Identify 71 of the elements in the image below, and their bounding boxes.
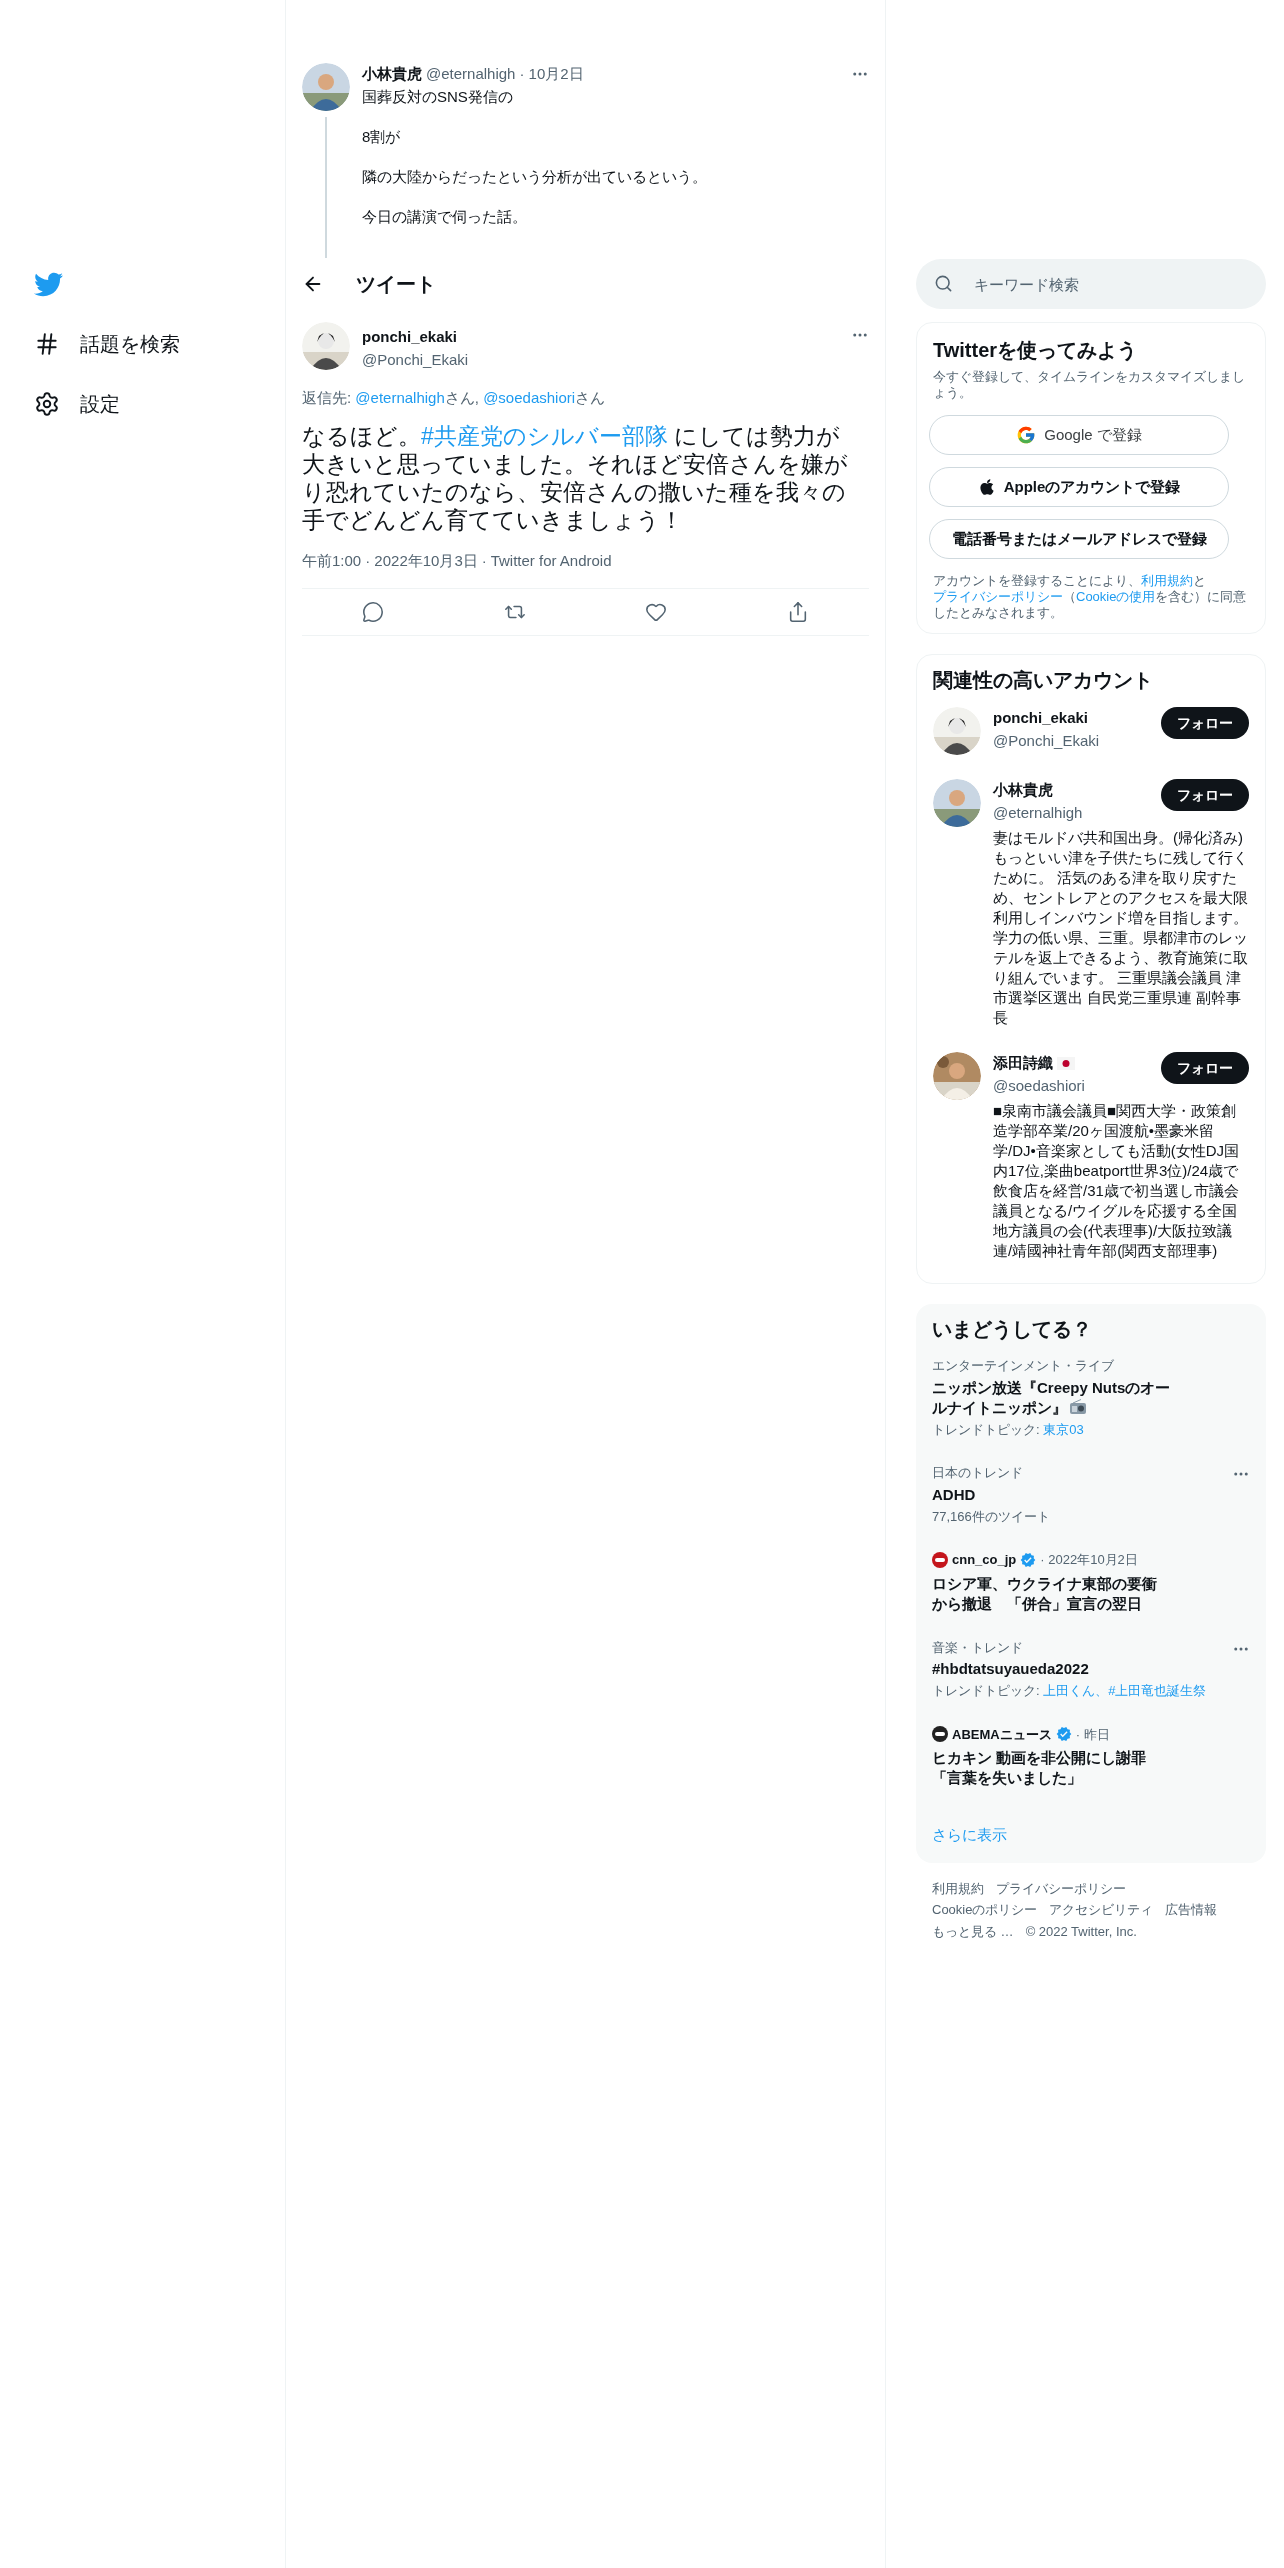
- account-handle[interactable]: @Ponchi_Ekaki: [993, 729, 1161, 752]
- trend-title: ニッポン放送『Creepy Nutsのオールナイトニッポン』: [932, 1378, 1171, 1416]
- tweet-text: 国葬反対のSNS発信の: [362, 86, 514, 106]
- card-title: Twitterを使ってみよう: [932, 338, 1139, 363]
- footer-link[interactable]: もっと見る …: [932, 1921, 1014, 1941]
- trend-topics: トレンドトピック: 上田くん、#上田竜也誕生祭: [932, 1682, 1208, 1700]
- tweet-text: なるほど。#共産党のシルバー部隊 にしては勢力が大きいと思っていました。それほど安倍さんを嫌がり恐れていたのなら、安倍さんの撒いた種を我々の手でどんどん育てていきましょう！: [302, 421, 849, 534]
- footer-link[interactable]: アクセシビリティ: [1049, 1900, 1154, 1920]
- follow-button[interactable]: フォロー: [1161, 779, 1249, 811]
- tweet-date[interactable]: · 10月2日: [519, 63, 584, 86]
- follow-button[interactable]: フォロー: [1161, 1052, 1249, 1084]
- trend-context: エンターテインメント・ライブ: [932, 1357, 1115, 1375]
- reply-to-line: 返信先: @eternalhighさん, @soedashioriさん: [302, 388, 607, 408]
- author-name[interactable]: 小林貴虎: [362, 63, 422, 86]
- terms-notice: アカウントを登録することにより、利用規約 と プライバシーポリシー（Cookieの使用を含む）に同意したとみなされます。: [932, 573, 1248, 621]
- footer-link[interactable]: Cookieのポリシー: [932, 1900, 1038, 1920]
- trend-context: 日本のトレンド: [932, 1464, 1024, 1482]
- search-icon: [934, 274, 953, 293]
- tweet-text: 8割が: [362, 126, 402, 146]
- trend-title: #hbdtatsuyaueda2022: [932, 1660, 1089, 1677]
- news-logo-icon: [932, 1551, 948, 1568]
- follow-button[interactable]: フォロー: [1161, 707, 1249, 739]
- news-title: ロシア軍、ウクライナ東部の要衝から撤退 「併合」宣言の翌日: [932, 1573, 1158, 1614]
- trend-item[interactable]: 音楽・トレンド #hbdtatsuyaueda2022 トレンドトピック: 上田くん、#上田竜也誕生祭: [916, 1625, 1266, 1713]
- account-name[interactable]: 小林貴虎: [993, 779, 1053, 802]
- account-bio: ■泉南市議会議員■関西大学・政策創造学部卒業/20ヶ国渡航•墨豪米留学/DJ•音楽家としても活動(女性DJ国内17位,楽曲beatport世界3位)/24歳で飲食店を経営/31歳で初当選し市議会議員となる/ウイグルを応援する全国地方議員の会(代表理事)/大阪拉致議連/靖國神社青年部(関西支部理事): [993, 1101, 1241, 1261]
- news-source: ABEMAニュース: [952, 1725, 1052, 1744]
- account-name[interactable]: 添田詩織: [993, 1052, 1053, 1075]
- footer-link[interactable]: 広告情報: [1165, 1900, 1218, 1920]
- trend-item[interactable]: 日本のトレンド ADHD 77,166件のツイート: [916, 1451, 1266, 1538]
- news-time: · 2022年10月2日: [1040, 1551, 1138, 1569]
- author-name[interactable]: ponchi_ekaki: [362, 326, 469, 349]
- author-handle[interactable]: @Ponchi_Ekaki: [362, 348, 469, 371]
- apple-logo-icon: [977, 478, 996, 496]
- card-subtitle: 今すぐ登録して、タイムラインをカスタマイズしましょう。: [932, 369, 1246, 401]
- news-item[interactable]: ABEMAニュース · 昨日 ヒカキン 動画を非公開にし謝罪「言葉を失いました」: [916, 1712, 1266, 1800]
- hashtag-icon: [34, 331, 60, 357]
- news-time: · 昨日: [1075, 1725, 1110, 1744]
- tweet-meta: · Twitter for Android: [481, 550, 612, 571]
- account-handle[interactable]: @soedashiori: [993, 1074, 1161, 1097]
- sidebar-item[interactable]: 設定: [34, 389, 285, 419]
- account-bio: 妻はモルドバ共和国出身。(帰化済み) もっといい津を子供たちに残して行くために。 活気のある津を取り戻すため、セントレアとのアクセスを最大限利用しインバウンド増を目指します。学力の低い県、三重。県都津市のレッテルを返上できるよう、教育施策に取り組んでいます。 三重県議会議員 津市選挙区選出 自民党三重県連 副幹事長: [993, 828, 1249, 1028]
- footer-link[interactable]: プライバシーポリシー: [996, 1878, 1126, 1898]
- news-logo-icon: [932, 1726, 948, 1743]
- tweet-meta: · 2022年10月3日: [365, 550, 478, 571]
- account-handle[interactable]: @eternalhigh: [993, 801, 1161, 824]
- tweet-text: 今日の講演で伺った話。: [362, 206, 528, 226]
- news-title: ヒカキン 動画を非公開にし謝罪「言葉を失いました」: [932, 1748, 1148, 1788]
- tweet-text: 隣の大陸からだったという分析が出ているという。: [362, 166, 708, 186]
- trend-item[interactable]: エンターテインメント・ライブ ニッポン放送『Creepy Nutsのオールナイトニッポン』 トレンドトピック: 東京03: [916, 1344, 1266, 1451]
- settings-icon: [34, 391, 60, 417]
- search-field[interactable]: キーワード検索: [916, 259, 1266, 309]
- tweet-count: 77,166件のツイート: [932, 1507, 1051, 1526]
- trend-context: 音楽・トレンド: [932, 1638, 1024, 1657]
- twitter-bird-logo[interactable]: [34, 270, 63, 299]
- tweet-meta: 午前1:00: [302, 550, 362, 571]
- card-title: 関連性の高いアカウント: [932, 668, 1154, 693]
- reply-icon[interactable]: [361, 601, 384, 623]
- header-title: ツイート: [356, 272, 436, 297]
- sidebar-item[interactable]: 話題を検索: [34, 329, 285, 359]
- footer-link[interactable]: 利用規約: [932, 1878, 984, 1898]
- like-icon[interactable]: [645, 601, 668, 623]
- account-name[interactable]: ponchi_ekaki: [993, 707, 1089, 730]
- trend-title: ADHD: [932, 1485, 976, 1503]
- footer-link[interactable]: © 2022 Twitter, Inc.: [1025, 1921, 1137, 1941]
- google-logo-icon: [1016, 425, 1037, 445]
- card-title: いまどうしてる？: [931, 1317, 1093, 1342]
- trend-topics: トレンドトピック: 東京03: [932, 1420, 1085, 1439]
- news-item[interactable]: cnn_co_jp · 2022年10月2日 ロシア軍、ウクライナ東部の要衝から撤退 「併合」宣言の翌日: [916, 1538, 1266, 1626]
- news-source: cnn_co_jp: [952, 1551, 1017, 1569]
- author-handle[interactable]: @eternalhigh: [426, 63, 516, 86]
